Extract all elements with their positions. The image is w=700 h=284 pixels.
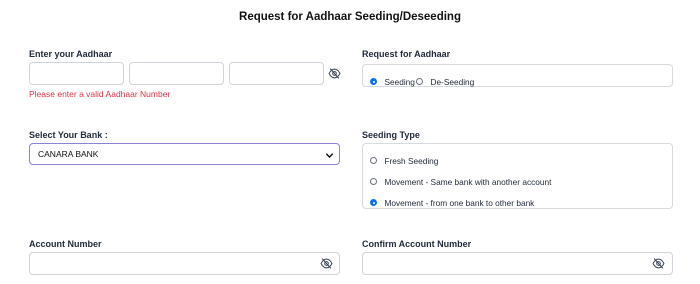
confirm-account-number-label: Confirm Account Number: [362, 239, 472, 249]
bank-label: Select Your Bank :: [29, 130, 108, 140]
account-number-label: Account Number: [29, 239, 102, 249]
request-radio-group: Seeding De-Seeding: [362, 64, 673, 87]
seeding-type-radio-group: Fresh Seeding Movement - Same bank with …: [362, 143, 673, 209]
request-option-seeding[interactable]: Seeding: [370, 72, 415, 90]
aadhaar-input-part-2[interactable]: [129, 62, 224, 85]
request-option-label: Seeding: [384, 77, 415, 87]
radio-unselected-icon[interactable]: [370, 178, 377, 185]
eye-off-icon[interactable]: [320, 258, 333, 269]
aadhaar-error-message: Please enter a valid Aadhaar Number: [29, 89, 171, 99]
account-number-input[interactable]: [29, 252, 340, 275]
chevron-down-icon: [325, 153, 334, 159]
seeding-type-option-label: Movement - Same bank with another accoun…: [384, 177, 552, 187]
eye-off-icon[interactable]: [652, 258, 665, 269]
seeding-type-option-fresh[interactable]: Fresh Seeding: [370, 151, 438, 169]
seeding-type-option-same-bank[interactable]: Movement - Same bank with another accoun…: [370, 172, 551, 190]
request-label: Request for Aadhaar: [362, 49, 451, 59]
seeding-type-label: Seeding Type: [362, 130, 420, 140]
aadhaar-input-part-1[interactable]: [29, 62, 124, 85]
aadhaar-input-part-3[interactable]: [229, 62, 324, 85]
aadhaar-label: Enter your Aadhaar: [29, 49, 113, 59]
radio-selected-icon[interactable]: [370, 199, 377, 206]
bank-select[interactable]: CANARA BANK: [29, 143, 340, 165]
seeding-type-option-label: Movement - from one bank to other bank: [384, 198, 535, 208]
seeding-type-option-label: Fresh Seeding: [384, 156, 439, 166]
page-title: Request for Aadhaar Seeding/Deseeding: [239, 11, 461, 23]
radio-unselected-icon[interactable]: [370, 157, 377, 164]
eye-off-icon[interactable]: [328, 68, 341, 79]
radio-selected-icon[interactable]: [370, 78, 377, 85]
bank-select-value: CANARA BANK: [38, 149, 99, 159]
request-option-label: De-Seeding: [430, 77, 475, 87]
request-option-deseeding[interactable]: De-Seeding: [416, 72, 474, 90]
confirm-account-number-input[interactable]: [362, 252, 673, 275]
seeding-type-option-other-bank[interactable]: Movement - from one bank to other bank: [370, 193, 534, 211]
radio-unselected-icon[interactable]: [416, 78, 423, 85]
